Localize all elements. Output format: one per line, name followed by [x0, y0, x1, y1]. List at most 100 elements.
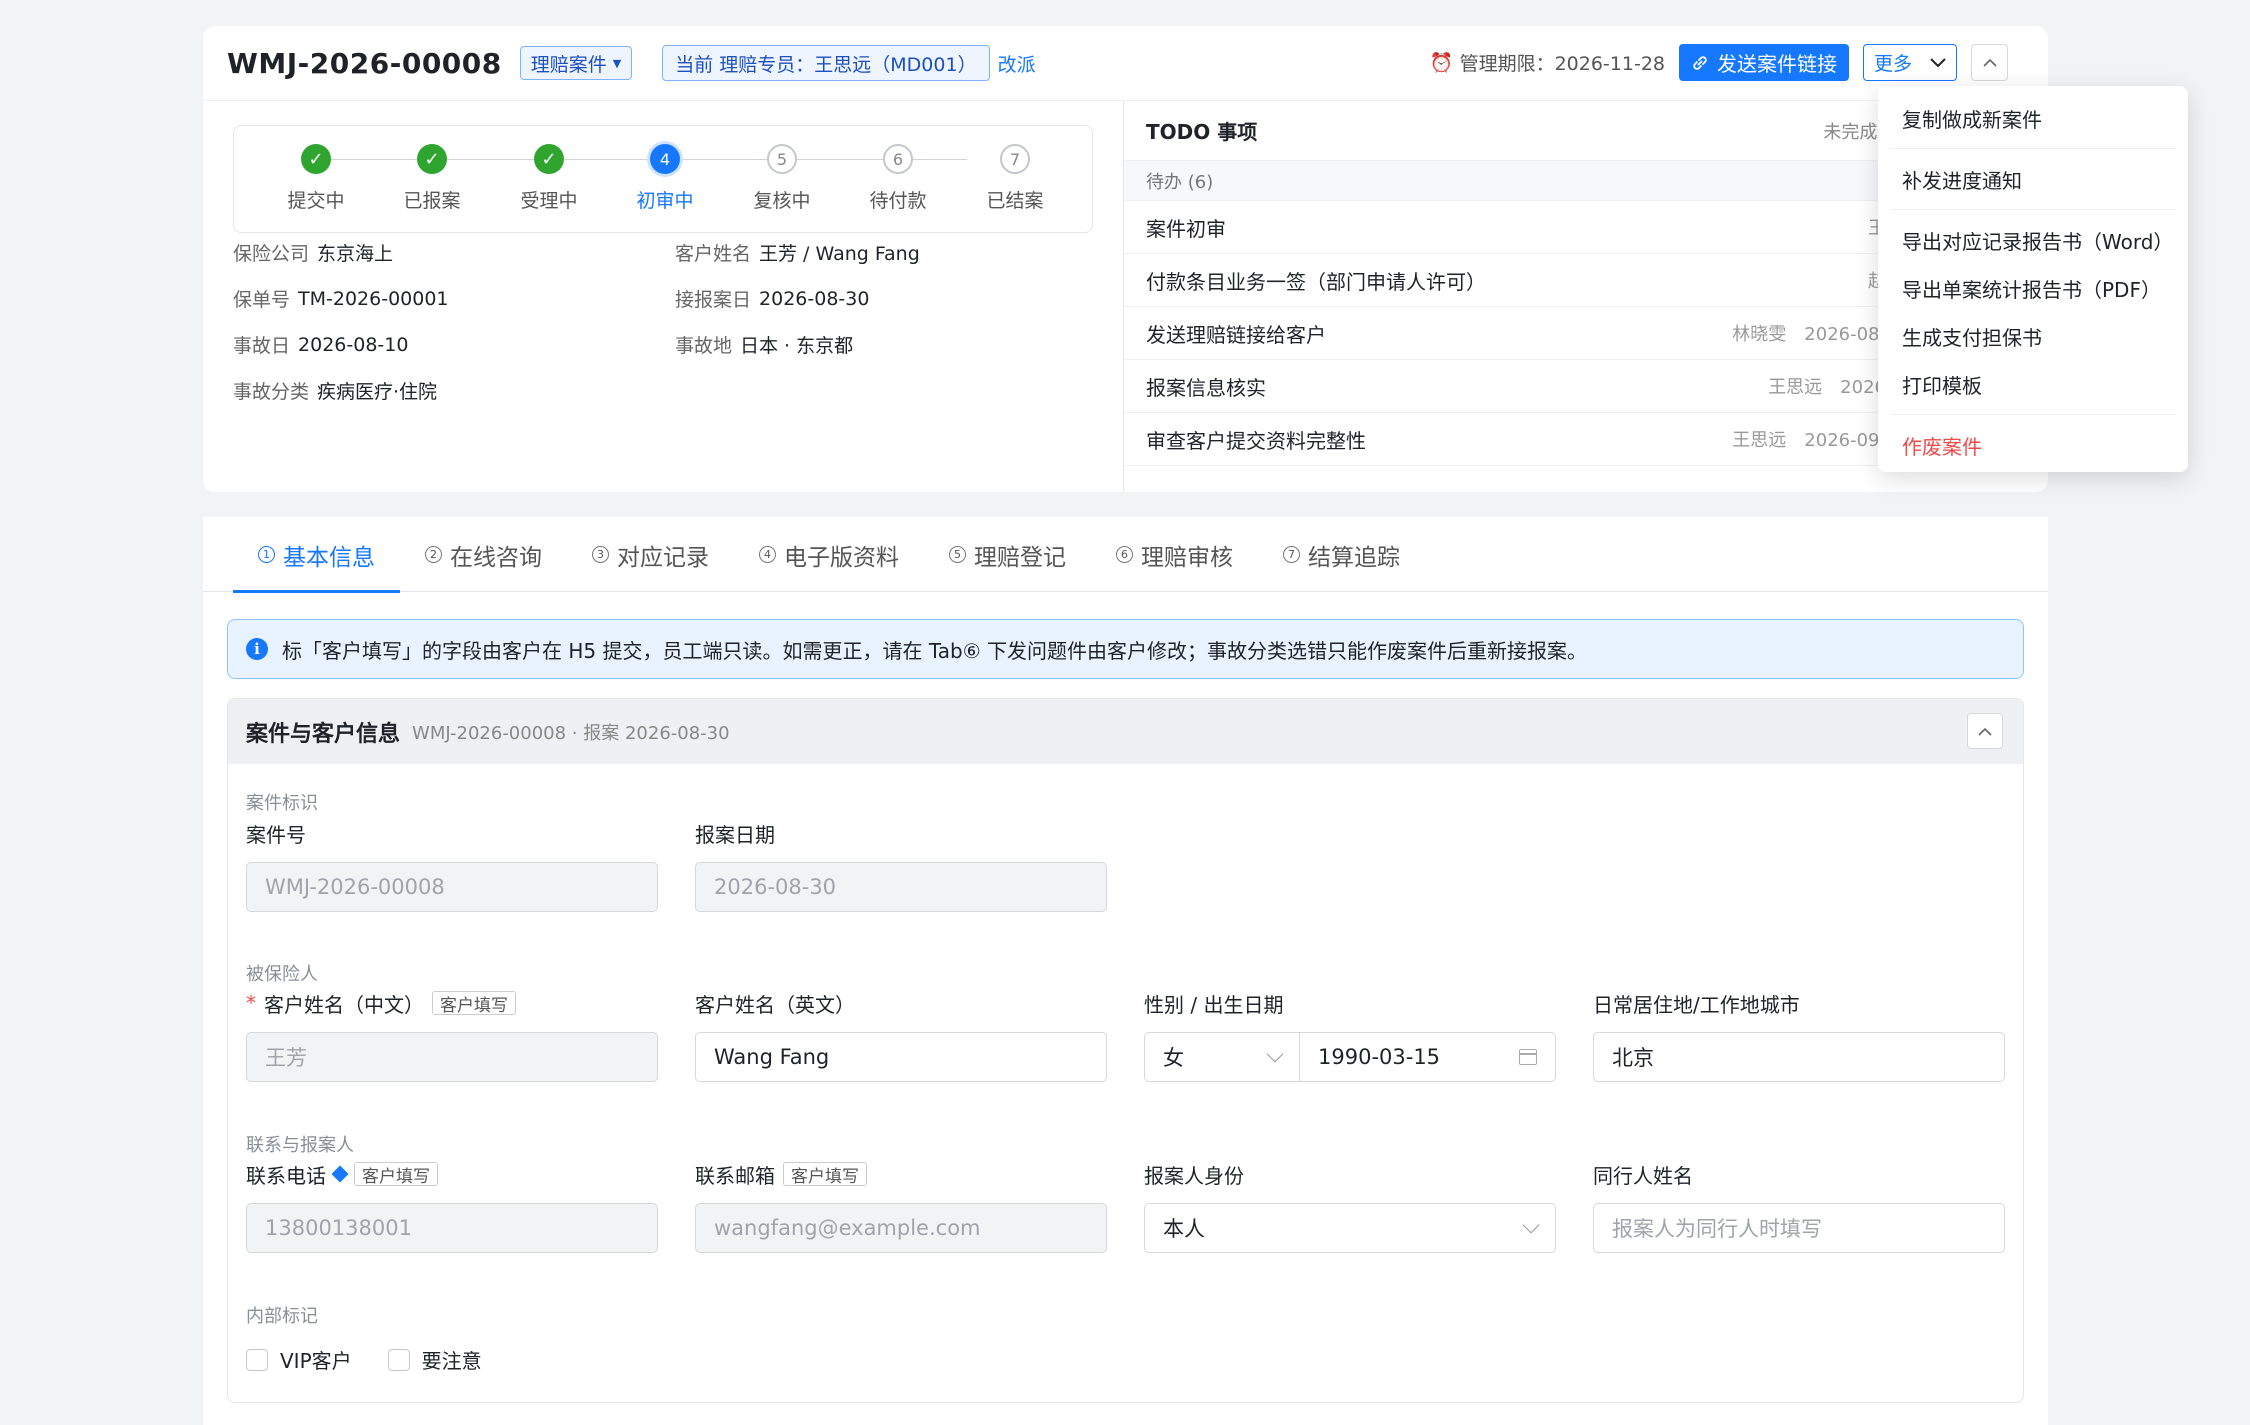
- gender-select[interactable]: 女: [1144, 1032, 1300, 1082]
- calendar-icon: [1519, 1049, 1537, 1065]
- more-button[interactable]: 更多: [1863, 44, 1957, 81]
- deadline: ⏰ 管理期限：2026-11-28: [1430, 49, 1665, 76]
- progress-steps: ✓ 提交中 ✓ 已报案 ✓ 受理中 4 初审中 5 复核中 6 待付款 7 已结…: [233, 125, 1093, 233]
- insurer-value: 东京海上: [317, 243, 394, 265]
- gender-dob-field: 性别 / 出生日期 女 1990-03-15: [1144, 990, 1556, 1082]
- case-detail-card: 1 基本信息 2 在线咨询 3 对应记录 4 电子版资料 5 理赔登记 6 理赔…: [203, 517, 2048, 1425]
- todo-item-label: 发送理赔链接给客户: [1146, 322, 1326, 347]
- field-label: 报案日期: [695, 822, 775, 847]
- section-header: 案件与客户信息 WMJ-2026-00008 · 报案 2026-08-30: [228, 699, 2023, 764]
- phone-field: 联系电话 客户填写 13800138001: [246, 1161, 658, 1253]
- step-3: ✓ 受理中: [491, 144, 607, 213]
- step-4: 4 初审中: [607, 144, 723, 213]
- group-label-internal: 内部标记: [246, 1306, 318, 1327]
- check-icon: ✓: [417, 144, 447, 174]
- info-notice: i 标「客户填写」的字段由客户在 H5 提交，员工端只读。如需更正，请在 Tab…: [227, 619, 2024, 679]
- menu-divider: [1890, 209, 2176, 210]
- step-label: 已报案: [403, 190, 461, 212]
- dob-date-picker[interactable]: 1990-03-15: [1300, 1032, 1556, 1082]
- menu-item-export-word[interactable]: 导出对应记录报告书（Word）: [1878, 216, 2188, 264]
- step-label: 复核中: [753, 190, 811, 212]
- tab-claim-review[interactable]: 6 理赔审核: [1091, 517, 1258, 592]
- step-6: 6 待付款: [840, 144, 956, 213]
- checkbox-box[interactable]: [387, 1348, 410, 1371]
- step-label: 受理中: [520, 190, 578, 212]
- tab-number: 6: [1116, 546, 1133, 563]
- field-label: 同行人姓名: [1593, 1163, 1693, 1188]
- accident-date-value: 2026-08-10: [298, 333, 409, 356]
- step-label: 待付款: [869, 190, 927, 212]
- insurer-row: 保险公司 东京海上: [233, 239, 393, 266]
- case-type-label: 理赔案件: [530, 53, 607, 76]
- case-number-input[interactable]: WMJ-2026-00008: [246, 862, 658, 912]
- tab-documents[interactable]: 4 电子版资料: [734, 517, 924, 592]
- tab-number: 7: [1283, 546, 1300, 563]
- vip-checkbox[interactable]: VIP客户: [246, 1345, 352, 1374]
- section-subtitle: WMJ-2026-00008 · 报案 2026-08-30: [412, 722, 730, 744]
- name-en-field: 客户姓名（英文） Wang Fang: [695, 990, 1107, 1082]
- send-case-link-button[interactable]: 发送案件链接: [1679, 44, 1849, 81]
- collapse-section-button[interactable]: [1967, 713, 2003, 749]
- reassign-link[interactable]: 改派: [998, 50, 1036, 77]
- checkbox-box[interactable]: [246, 1348, 268, 1371]
- case-type-select[interactable]: 理赔案件 ▼: [519, 46, 633, 80]
- report-date-field: 报案日期 2026-08-30: [695, 820, 1107, 912]
- tab-label: 理赔审核: [1141, 544, 1233, 571]
- reporter-field: 报案人身份 本人: [1144, 1161, 1556, 1253]
- menu-item-payment-guarantee[interactable]: 生成支付担保书: [1878, 312, 2188, 360]
- menu-item-copy-case[interactable]: 复制做成新案件: [1878, 94, 2188, 142]
- group-label-case: 案件标识: [246, 793, 318, 814]
- reporter-select[interactable]: 本人: [1144, 1203, 1556, 1253]
- dob-value: 1990-03-15: [1318, 1045, 1441, 1069]
- tab-records[interactable]: 3 对应记录: [567, 517, 734, 592]
- customer-filled-badge: 客户填写: [783, 1162, 867, 1187]
- case-summary-card: WMJ-2026-00008 理赔案件 ▼ 当前 理赔专员：王思远（MD001）…: [203, 26, 2048, 492]
- menu-divider: [1890, 414, 2176, 415]
- case-number-field: 案件号 WMJ-2026-00008: [246, 820, 658, 912]
- step-label: 已结案: [986, 190, 1044, 212]
- accident-date-row: 事故日 2026-08-10: [233, 331, 408, 358]
- reporter-value: 本人: [1163, 1217, 1205, 1241]
- checkbox-label: 要注意: [421, 1349, 482, 1373]
- report-date-label: 接报案日: [675, 289, 752, 311]
- field-label-text: 联系邮箱: [695, 1163, 775, 1188]
- menu-item-void-case[interactable]: 作废案件: [1878, 421, 2188, 469]
- customer-filled-badge: 客户填写: [354, 1162, 438, 1187]
- tab-number: 1: [258, 546, 275, 563]
- tab-basic-info[interactable]: 1 基本信息: [233, 517, 400, 593]
- phone-input[interactable]: 13800138001: [246, 1203, 658, 1253]
- collapse-header-button[interactable]: [1971, 44, 2008, 81]
- more-dropdown-menu: 复制做成新案件 补发进度通知 导出对应记录报告书（Word） 导出单案统计报告书…: [1878, 86, 2188, 472]
- tab-number: 3: [592, 546, 609, 563]
- companion-input[interactable]: 报案人为同行人时填写: [1593, 1203, 2005, 1253]
- tab-settlement[interactable]: 7 结算追踪: [1258, 517, 1425, 592]
- tab-label: 电子版资料: [784, 544, 899, 571]
- chevron-down-icon: [1266, 1045, 1284, 1063]
- email-input[interactable]: wangfang@example.com: [695, 1203, 1107, 1253]
- step-1: ✓ 提交中: [258, 144, 374, 213]
- menu-item-export-pdf[interactable]: 导出单案统计报告书（PDF）: [1878, 264, 2188, 312]
- menu-item-print-template[interactable]: 打印模板: [1878, 360, 2188, 408]
- tab-online-consult[interactable]: 2 在线咨询: [400, 517, 567, 592]
- report-date-input[interactable]: 2026-08-30: [695, 862, 1107, 912]
- internal-flags: VIP客户 要注意: [246, 1345, 482, 1374]
- report-date-row: 接报案日 2026-08-30: [675, 285, 869, 312]
- menu-item-resend-notice[interactable]: 补发进度通知: [1878, 155, 2188, 203]
- accident-date-label: 事故日: [233, 335, 291, 357]
- tab-label: 理赔登记: [974, 544, 1066, 571]
- gender-dob-combo: 女 1990-03-15: [1144, 1032, 1556, 1082]
- step-label: 初审中: [636, 190, 694, 212]
- tab-number: 5: [949, 546, 966, 563]
- field-label: 性别 / 出生日期: [1144, 992, 1284, 1017]
- diamond-icon: [331, 1165, 349, 1183]
- step-number: 5: [767, 144, 797, 174]
- tab-claim-registration[interactable]: 5 理赔登记: [924, 517, 1091, 592]
- name-cn-input[interactable]: 王芳: [246, 1032, 658, 1082]
- step-label: 提交中: [287, 190, 345, 212]
- attention-checkbox[interactable]: 要注意: [387, 1345, 482, 1374]
- name-en-input[interactable]: Wang Fang: [695, 1032, 1107, 1082]
- customer-row: 客户姓名 王芳 / Wang Fang: [675, 239, 920, 266]
- city-input[interactable]: 北京: [1593, 1032, 2005, 1082]
- policy-row: 保单号 TM-2026-00001: [233, 285, 449, 312]
- notice-text: 标「客户填写」的字段由客户在 H5 提交，员工端只读。如需更正，请在 Tab⑥ …: [282, 638, 1587, 663]
